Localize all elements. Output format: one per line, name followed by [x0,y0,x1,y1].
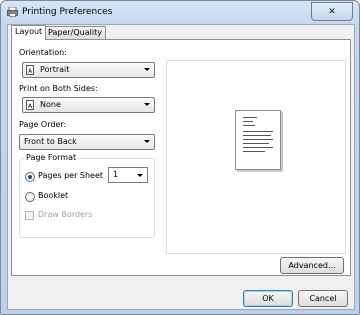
both-sides-label: Print on Both Sides: [19,84,98,93]
both-sides-value: None [40,100,61,109]
draw-borders-label: Draw Borders [38,210,93,219]
title-bar[interactable]: Printing Preferences ✕ [1,1,359,25]
chevron-down-icon [144,103,150,106]
booklet-label: Booklet [38,191,69,200]
cancel-button[interactable]: Cancel [298,290,348,307]
close-button[interactable]: ✕ [311,2,353,21]
layout-panel: Orientation: A Portrait Print on Both Si… [11,39,351,276]
page-order-select[interactable]: Front to Back [19,134,155,150]
tab-layout[interactable]: Layout [11,25,47,40]
tab-paper-quality[interactable]: Paper/Quality [44,26,106,39]
cancel-button-label: Cancel [309,294,337,303]
printer-icon [7,7,18,17]
orientation-label: Orientation: [19,48,67,57]
page-format-title: Page Format [24,153,79,162]
orientation-select[interactable]: A Portrait [22,62,155,78]
page-icon: A [26,100,34,110]
both-sides-select[interactable]: A None [22,97,155,113]
printing-preferences-window: Printing Preferences ✕ Layout Paper/Qual… [0,0,360,315]
ok-button-label: OK [262,294,274,303]
advanced-button[interactable]: Advanced... [280,257,344,274]
ok-button[interactable]: OK [243,290,293,307]
tab-layout-label: Layout [15,27,43,36]
pages-per-sheet-label: Pages per Sheet [38,171,104,180]
dialog-client-area: Layout Paper/Quality Orientation: A Port… [7,24,355,310]
page-preview-icon [235,110,281,170]
layout-preview [166,60,346,254]
draw-borders-checkbox[interactable] [25,211,34,220]
window-title: Printing Preferences [22,7,113,17]
pages-per-sheet-value: 1 [113,170,119,179]
tab-paper-quality-label: Paper/Quality [48,28,102,37]
page-order-label: Page Order: [19,120,67,129]
pages-per-sheet-radio[interactable] [25,172,35,182]
advanced-button-label: Advanced... [288,261,336,270]
page-order-value: Front to Back [24,137,77,146]
pages-per-sheet-select[interactable]: 1 [108,167,148,183]
close-icon: ✕ [328,6,336,17]
booklet-radio[interactable] [25,192,35,202]
chevron-down-icon [144,68,150,71]
portrait-page-icon: A [26,65,34,75]
orientation-value: Portrait [40,65,70,74]
chevron-down-icon [144,140,150,143]
chevron-down-icon [137,174,143,177]
